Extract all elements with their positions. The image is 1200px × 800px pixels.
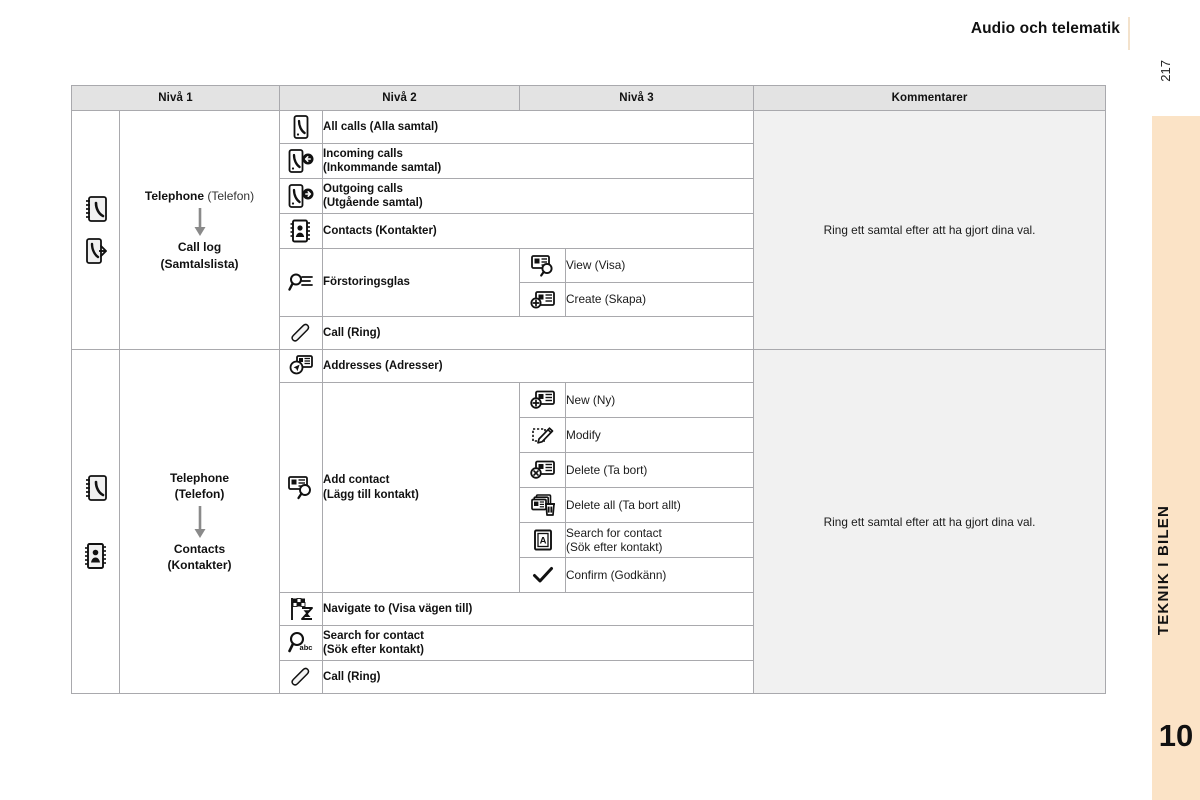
level3-label: Confirm (Godkänn) xyxy=(565,557,755,593)
level3-label: Create (Skapa) xyxy=(565,282,755,317)
phonebook-icon xyxy=(72,194,119,224)
column-header-level2: Nivå 2 xyxy=(279,85,521,111)
level1-label-cell: Telephone (Telefon) Contacts (Kontakter) xyxy=(118,349,281,694)
level2-label: All calls (Alla samtal) xyxy=(322,110,755,144)
level3-label: Delete (Ta bort) xyxy=(565,452,755,488)
delete-card-icon xyxy=(520,459,565,481)
level2-label: Förstoringsglas xyxy=(322,248,521,317)
level2-label: Add contact (Lägg till kontakt) xyxy=(322,382,521,593)
search-letter-icon: A xyxy=(520,528,565,552)
level1-label-cell: Telephone (Telefon) Call log (Samtalslis… xyxy=(118,110,281,350)
level3-icon-cell xyxy=(519,282,567,317)
level1-top-label: Telephone (Telefon) xyxy=(144,189,255,204)
level3-icon-cell xyxy=(519,452,567,488)
level3-icon-cell xyxy=(519,382,567,418)
level2-label: Outgoing calls (Utgående samtal) xyxy=(322,178,755,214)
comment-cell: Ring ett samtal efter att ha gjort dina … xyxy=(753,110,1107,350)
level2-label: Incoming calls (Inkommande samtal) xyxy=(322,143,755,179)
level3-icon-cell xyxy=(519,417,567,453)
delete-all-icon xyxy=(520,493,565,517)
level2-icon-cell xyxy=(279,110,324,144)
level3-icon-cell: A xyxy=(519,522,567,558)
level2-label: Call (Ring) xyxy=(322,316,755,350)
level2-icon-cell xyxy=(279,178,324,214)
level3-label: Modify xyxy=(565,417,755,453)
phonebook-icon xyxy=(72,473,119,503)
level2-icon-cell xyxy=(279,382,324,593)
level3-label: New (Ny) xyxy=(565,382,755,418)
level2-label: Call (Ring) xyxy=(322,660,755,694)
level1-bottom-label: Contacts (Kontakter) xyxy=(167,542,232,573)
column-header-level1: Nivå 1 xyxy=(70,85,281,111)
incoming-calls-icon xyxy=(280,148,322,174)
level2-icon-cell xyxy=(279,592,324,626)
level1-icon-cell xyxy=(71,349,120,694)
level2-label: Contacts (Kontakter) xyxy=(322,213,755,249)
modify-pencil-icon xyxy=(520,424,565,446)
check-icon xyxy=(520,565,565,585)
level1-icon-cell xyxy=(71,110,120,350)
level2-icon-cell xyxy=(279,248,324,317)
search-abc-icon: abc xyxy=(280,630,322,656)
level2-icon-cell: abc xyxy=(279,625,324,661)
level2-label: Navigate to (Visa vägen till) xyxy=(322,592,755,626)
all-calls-icon xyxy=(280,114,322,140)
page-title: Audio och telematik xyxy=(970,20,1120,37)
chapter-title: TEKNIK I BILEN xyxy=(1155,505,1172,636)
add-contact-icon xyxy=(280,475,322,501)
call-log-icon xyxy=(72,236,119,266)
menu-structure-table: Nivå 1 Nivå 2 Nivå 3 Kommentarer Telepho… xyxy=(70,85,1107,694)
level2-icon-cell xyxy=(279,143,324,179)
table-row: Telephone (Telefon) Call log (Samtalslis… xyxy=(71,110,1107,350)
new-card-icon xyxy=(520,389,565,411)
handset-icon xyxy=(280,322,322,344)
level2-icon-cell xyxy=(279,316,324,350)
level2-icon-cell xyxy=(279,213,324,249)
down-arrow-icon xyxy=(120,505,279,539)
level2-icon-cell xyxy=(279,660,324,694)
level2-label: Addresses (Adresser) xyxy=(322,349,755,383)
column-header-comments: Kommentarer xyxy=(753,85,1107,111)
header-divider xyxy=(1128,17,1130,50)
level3-label: Delete all (Ta bort allt) xyxy=(565,487,755,523)
level3-icon-cell xyxy=(519,557,567,593)
level2-label: Search for contact (Sök efter kontakt) xyxy=(322,625,755,661)
comment-cell: Ring ett samtal efter att ha gjort dina … xyxy=(753,349,1107,694)
column-header-level3: Nivå 3 xyxy=(519,85,755,111)
level3-icon-cell xyxy=(519,248,567,283)
contacts-icon xyxy=(72,541,119,571)
svg-text:A: A xyxy=(539,536,546,547)
page-number: 217 xyxy=(1158,60,1173,82)
level3-label: View (Visa) xyxy=(565,248,755,283)
view-card-icon xyxy=(520,254,565,278)
level3-icon-cell xyxy=(519,487,567,523)
chapter-number: 10 xyxy=(1158,718,1194,753)
addresses-icon xyxy=(280,354,322,378)
table-row: Telephone (Telefon) Contacts (Kontakter) xyxy=(71,349,1107,694)
page-header: Audio och telematik xyxy=(0,17,1200,50)
navigate-flag-icon xyxy=(280,596,322,622)
contacts-icon xyxy=(280,218,322,244)
magnifier-list-icon xyxy=(280,271,322,295)
svg-text:abc: abc xyxy=(300,643,313,652)
level3-label: Search for contact (Sök efter kontakt) xyxy=(565,522,755,558)
level1-bottom-label: Call log (Samtalslista) xyxy=(160,240,239,271)
chapter-side-tab xyxy=(1152,116,1200,800)
handset-icon xyxy=(280,666,322,688)
outgoing-calls-icon xyxy=(280,183,322,209)
down-arrow-icon xyxy=(120,207,279,237)
table-header-row: Nivå 1 Nivå 2 Nivå 3 Kommentarer xyxy=(70,85,1107,111)
level2-icon-cell xyxy=(279,349,324,383)
create-card-icon xyxy=(520,289,565,311)
level1-top-label: Telephone (Telefon) xyxy=(169,470,230,501)
